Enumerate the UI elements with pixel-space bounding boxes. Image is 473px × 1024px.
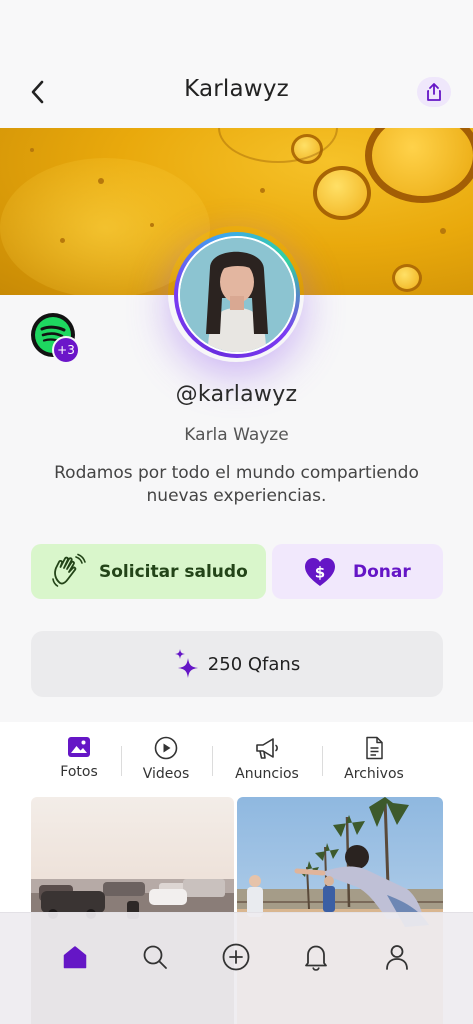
nav-create[interactable] [216,937,256,977]
tab-anuncios[interactable]: Anuncios [222,736,312,782]
share-icon [427,83,441,101]
request-greeting-button[interactable]: Solicitar saludo [31,544,266,599]
tab-archivos-label: Archivos [344,766,404,782]
tab-divider [212,746,213,776]
tab-fotos-label: Fotos [60,764,98,780]
svg-text:$: $ [315,563,325,581]
tab-anuncios-label: Anuncios [235,766,299,782]
home-icon [63,946,87,969]
nav-home[interactable] [55,937,95,977]
megaphone-icon [256,738,278,759]
tab-videos-label: Videos [142,766,190,782]
page-title: Karlawyz [184,76,289,102]
qfans-counter[interactable]: 250 Qfans [31,631,443,697]
bell-icon [305,945,327,971]
nav-notifications[interactable] [296,937,336,977]
share-button[interactable] [417,77,451,107]
search-icon [143,945,167,969]
heart-dollar-icon: $ [305,557,335,586]
username: @karlawyz [175,382,298,407]
tab-videos[interactable]: Videos [121,736,211,782]
nav-profile[interactable] [377,937,417,977]
user-icon [386,945,408,970]
content-tabs: Fotos Videos Anuncios Archivos [0,722,473,802]
full-name: Karla Wayze [184,425,289,445]
profile-screen: Karlawyz +3 @karlawyz Karla Wayze Rodamo… [0,0,473,1024]
top-bar: Karlawyz [0,0,473,128]
donate-button[interactable]: $ Donar [272,544,443,599]
waving-hand-icon [52,553,86,587]
request-greeting-label: Solicitar saludo [99,561,248,582]
play-circle-icon [154,736,178,760]
tab-archivos[interactable]: Archivos [329,736,419,782]
qfans-label: 250 Qfans [207,653,301,675]
sparkles-icon [174,649,198,678]
donate-label: Donar [353,561,411,582]
nav-search[interactable] [135,937,175,977]
bio: Rodamos por todo el mundo compartiendo n… [54,463,419,506]
avatar[interactable] [174,232,300,358]
tab-fotos[interactable]: Fotos [34,736,124,780]
tab-divider [322,746,323,776]
extra-socials-badge[interactable]: +3 [52,336,80,364]
bottom-navigation [0,912,473,1024]
avatar-photo [178,236,296,354]
document-icon [366,736,383,760]
image-icon [68,737,90,757]
plus-circle-icon [222,943,250,971]
